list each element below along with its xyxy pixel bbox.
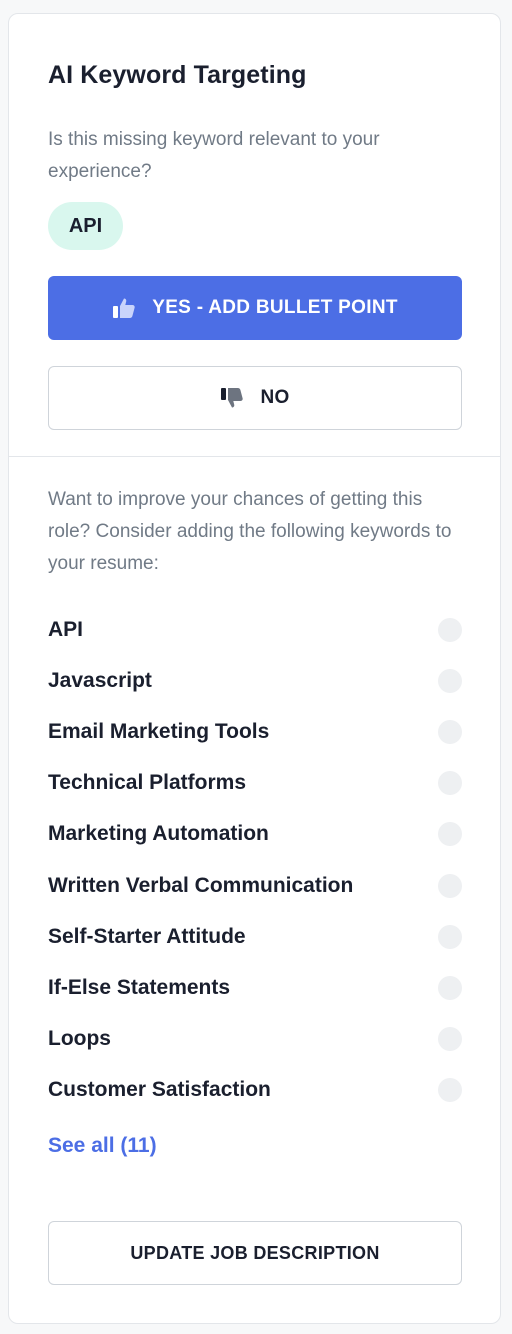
keyword-label: Written Verbal Communication (48, 873, 354, 897)
improve-chances-text: Want to improve your chances of getting … (48, 489, 452, 574)
no-button-label: NO (260, 387, 290, 408)
keyword-label: Javascript (48, 668, 152, 692)
keyword-row: Javascript (48, 655, 462, 706)
keyword-label: Loops (48, 1027, 111, 1051)
missing-keyword-chip: API (48, 202, 123, 250)
keyword-label: API (48, 617, 84, 641)
keyword-label: Marketing Automation (48, 822, 269, 846)
empty-circle-icon (438, 873, 462, 898)
card-title: AI Keyword Targeting (48, 61, 307, 89)
keyword-label: Technical Platforms (48, 771, 247, 795)
section-divider (9, 456, 500, 457)
yes-add-bullet-point-button[interactable]: YES - ADD BULLET POINT (48, 276, 462, 340)
empty-circle-icon (438, 822, 462, 847)
keyword-label: Email Marketing Tools (48, 719, 270, 743)
thumbs-up-icon (112, 297, 136, 319)
keyword-label: Customer Satisfaction (48, 1078, 271, 1102)
keyword-label: If-Else Statements (48, 975, 231, 999)
empty-circle-icon (438, 975, 462, 1000)
keyword-label: Self-Starter Attitude (48, 924, 246, 948)
update-job-description-button[interactable]: UPDATE JOB DESCRIPTION (48, 1221, 462, 1285)
keyword-question: Is this missing keyword relevant to your… (48, 129, 380, 182)
yes-button-label: YES - ADD BULLET POINT (152, 297, 398, 318)
keyword-list: API Javascript Email Marketing Tools Tec… (48, 604, 462, 1116)
see-all-keywords-link[interactable]: See all (11) (48, 1134, 157, 1158)
keyword-row: Written Verbal Communication (48, 860, 462, 911)
keyword-question-section: AI Keyword Targeting Is this missing key… (9, 14, 500, 457)
keyword-row: Self-Starter Attitude (48, 911, 462, 962)
keyword-row: Loops (48, 1014, 462, 1065)
keyword-row: Email Marketing Tools (48, 706, 462, 757)
empty-circle-icon (438, 719, 462, 744)
no-button[interactable]: NO (48, 366, 462, 430)
empty-circle-icon (438, 924, 462, 949)
keyword-row: Customer Satisfaction (48, 1065, 462, 1116)
empty-circle-icon (438, 668, 462, 693)
empty-circle-icon (438, 771, 462, 796)
keyword-row: Marketing Automation (48, 809, 462, 860)
empty-circle-icon (438, 617, 462, 642)
thumbs-down-icon (220, 387, 244, 409)
empty-circle-icon (438, 1078, 462, 1103)
keyword-targeting-card: AI Keyword Targeting Is this missing key… (8, 13, 501, 1324)
keyword-row: Technical Platforms (48, 758, 462, 809)
empty-circle-icon (438, 1027, 462, 1052)
keyword-row: API (48, 604, 462, 655)
keyword-row: If-Else Statements (48, 962, 462, 1013)
